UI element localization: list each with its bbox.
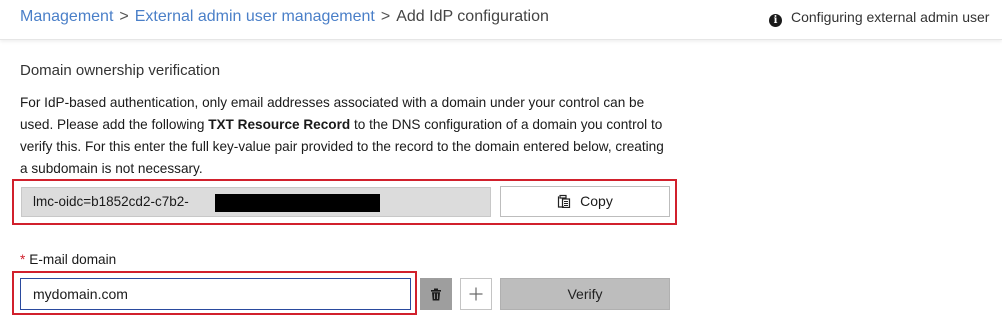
add-domain-button[interactable] xyxy=(460,278,492,310)
verify-button[interactable]: Verify xyxy=(500,278,670,310)
breadcrumb-link-management[interactable]: Management xyxy=(20,8,113,25)
copy-button[interactable]: Copy xyxy=(500,186,670,217)
email-domain-label: * E-mail domain xyxy=(20,252,116,268)
section-description: For IdP-based authentication, only email… xyxy=(20,92,670,180)
status-text: Configuring external admin user xyxy=(791,9,990,25)
header-bar: Management > External admin user managemen… xyxy=(0,0,1002,40)
breadcrumb-separator: > xyxy=(119,8,129,25)
description-bold: TXT Resource Record xyxy=(208,117,351,132)
plus-icon xyxy=(461,279,491,309)
section-title: Domain ownership verification xyxy=(20,62,221,79)
status-indicator: i Configuring external admin user xyxy=(769,8,989,27)
copy-button-label: Copy xyxy=(580,193,613,209)
breadcrumb: Management > External admin user managemen… xyxy=(20,7,549,27)
required-marker: * xyxy=(20,252,26,267)
email-domain-label-text: E-mail domain xyxy=(29,252,117,267)
email-domain-input[interactable] xyxy=(20,278,411,310)
delete-button[interactable] xyxy=(420,278,452,310)
trash-icon xyxy=(420,278,452,310)
breadcrumb-link-external-admin[interactable]: External admin user management xyxy=(135,8,375,25)
redacted-block xyxy=(215,194,380,212)
info-icon: i xyxy=(769,14,782,27)
breadcrumb-current: Add IdP configuration xyxy=(396,8,549,25)
breadcrumb-separator: > xyxy=(380,8,391,25)
clipboard-icon xyxy=(558,194,571,208)
